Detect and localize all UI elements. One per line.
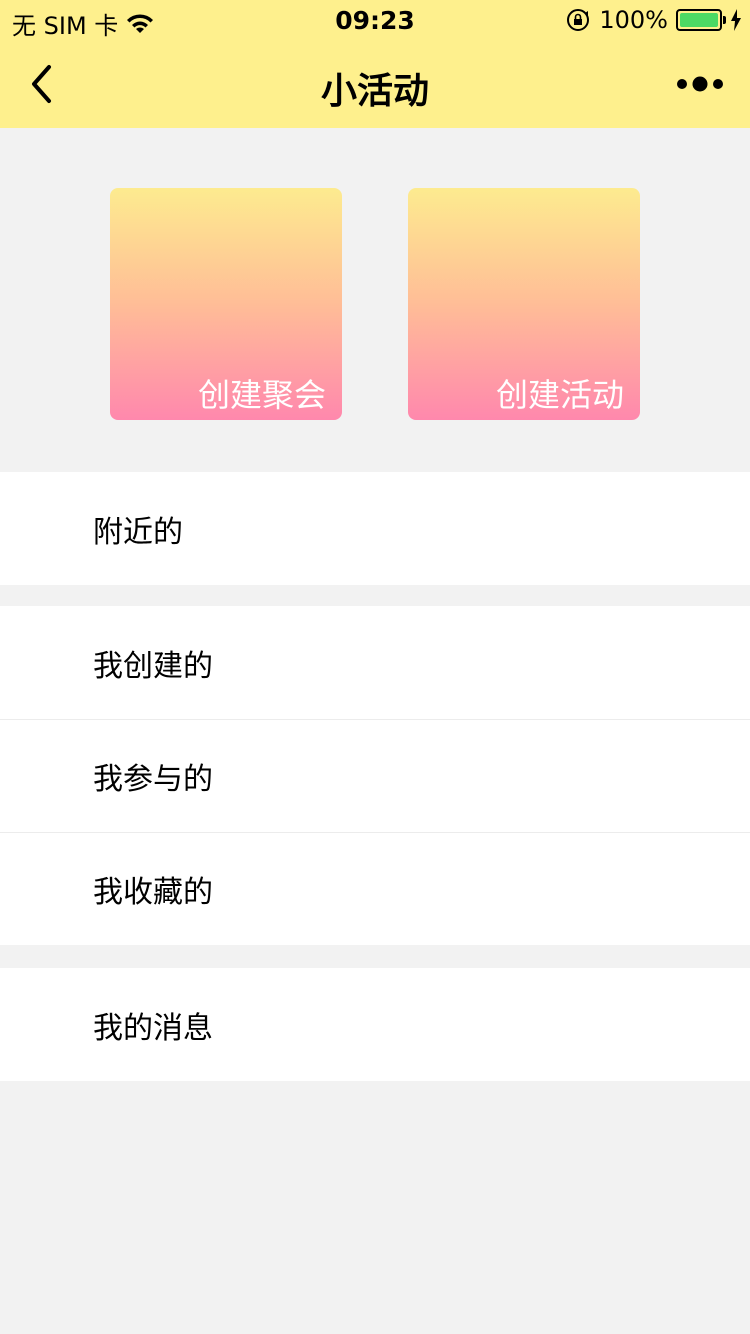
menu-item-label: 我参与的 bbox=[93, 762, 213, 797]
battery-percent: 100% bbox=[599, 6, 668, 34]
menu-item-messages[interactable]: 我的消息 bbox=[0, 968, 750, 1081]
menu-item-label: 附近的 bbox=[93, 514, 183, 550]
menu-group-nearby: 附近的 bbox=[0, 472, 750, 585]
status-bar: 无 SIM 卡 09:23 100% bbox=[0, 0, 750, 40]
page-title: 小活动 bbox=[320, 71, 429, 112]
menu-group-mine: 我创建的 我参与的 我收藏的 bbox=[0, 606, 750, 945]
more-dots-icon bbox=[677, 76, 723, 92]
battery-nub bbox=[723, 16, 726, 24]
battery-icon bbox=[676, 9, 726, 31]
battery-fill bbox=[680, 13, 718, 27]
create-activity-card[interactable]: 创建活动 bbox=[408, 188, 640, 420]
menu-item-created[interactable]: 我创建的 bbox=[0, 606, 750, 719]
nav-bar: 小活动 bbox=[0, 40, 750, 128]
create-activity-label: 创建活动 bbox=[495, 376, 624, 414]
menu-group-messages: 我的消息 bbox=[0, 968, 750, 1081]
menu-item-label: 我收藏的 bbox=[93, 875, 213, 910]
charging-icon bbox=[731, 9, 741, 31]
header: 无 SIM 卡 09:23 100% 小活动 bbox=[0, 0, 750, 128]
menu-item-joined[interactable]: 我参与的 bbox=[0, 719, 750, 832]
menu-item-nearby[interactable]: 附近的 bbox=[0, 472, 750, 585]
menu-item-label: 我创建的 bbox=[93, 648, 213, 684]
create-party-card[interactable]: 创建聚会 bbox=[110, 188, 342, 420]
create-party-label: 创建聚会 bbox=[197, 376, 326, 414]
menu-item-label: 我的消息 bbox=[93, 1010, 213, 1046]
status-right: 100% bbox=[565, 6, 742, 34]
menu-item-favorites[interactable]: 我收藏的 bbox=[0, 832, 750, 945]
orientation-lock-icon bbox=[567, 9, 590, 31]
action-cards: 创建聚会 创建活动 bbox=[0, 128, 750, 472]
more-button[interactable] bbox=[670, 64, 730, 104]
